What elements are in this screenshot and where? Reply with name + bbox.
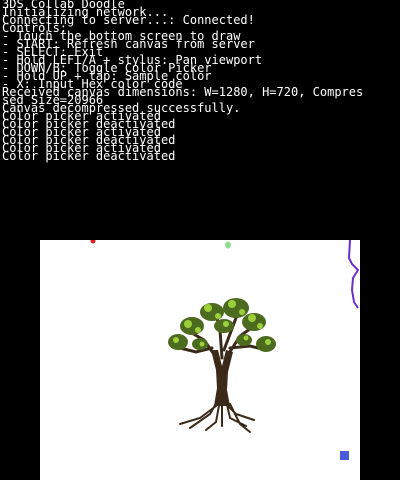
tree-drawing	[168, 298, 276, 433]
dual-screen: 3DS Collab Doodle Initializing network...…	[0, 0, 400, 480]
green-paint-dot	[225, 241, 231, 249]
purple-stroke	[348, 240, 359, 309]
console-line: Color picker deactivated	[2, 149, 176, 163]
drawing-canvas[interactable]	[40, 240, 360, 480]
red-paint-dot	[90, 240, 96, 244]
top-screen-console: 3DS Collab Doodle Initializing network...…	[0, 0, 400, 240]
blue-paint-square	[340, 451, 349, 460]
bottom-screen	[0, 240, 400, 480]
console-log: 3DS Collab Doodle Initializing network...…	[0, 0, 400, 163]
canvas-drawing	[90, 240, 359, 460]
